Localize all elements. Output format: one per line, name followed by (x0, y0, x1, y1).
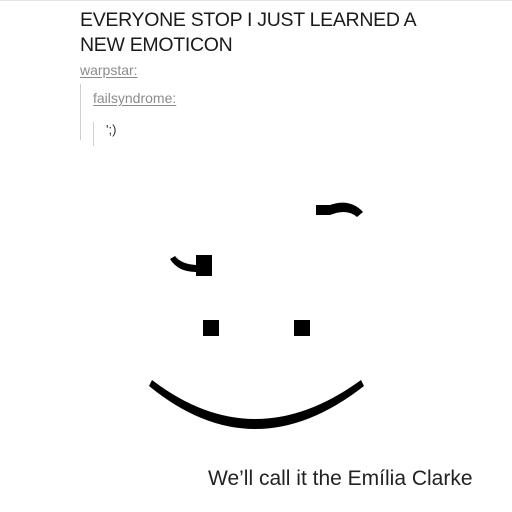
smile-mouth (149, 380, 364, 429)
meme-caption: We’ll call it the Emília Clarke (208, 467, 473, 490)
tumblr-post: EVERYONE STOP I JUST LEARNED A NEW EMOTI… (0, 0, 512, 430)
right-eye-dot (294, 320, 310, 336)
left-eye-dot (203, 320, 219, 336)
raised-eyebrow-mark (316, 202, 363, 217)
wink-eye-mark (170, 255, 212, 276)
giant-emoticon-face (149, 202, 364, 429)
